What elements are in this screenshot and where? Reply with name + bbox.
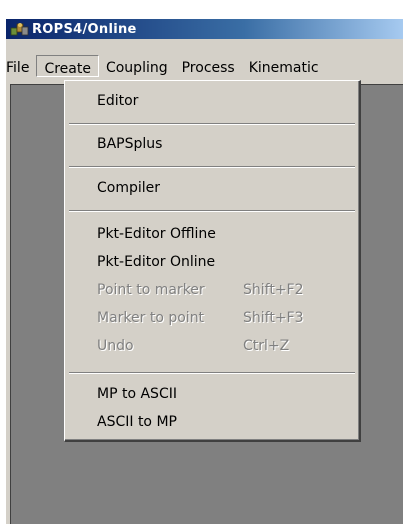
menu-item-label: ASCII to MP bbox=[97, 414, 177, 430]
menu-item-label: Pkt-Editor Online bbox=[97, 254, 216, 270]
menu-item-bapsplus[interactable]: BAPSplus bbox=[97, 133, 351, 155]
menu-item-shortcut: Shift+F2 bbox=[243, 282, 304, 298]
app-logo-icon[interactable] bbox=[10, 21, 30, 37]
menu-item-label: Editor bbox=[97, 93, 139, 109]
menu-item-compiler[interactable]: Compiler bbox=[97, 177, 351, 199]
menu-item-marker-to-point[interactable]: Marker to point Shift+F3 bbox=[97, 307, 351, 329]
menu-separator bbox=[69, 166, 355, 168]
menu-item-ascii-to-mp[interactable]: ASCII to MP bbox=[97, 411, 351, 433]
menu-item-pkt-editor-offline[interactable]: Pkt-Editor Offline bbox=[97, 223, 351, 245]
menu-item-label: BAPSplus bbox=[97, 136, 163, 152]
menu-separator bbox=[69, 372, 355, 374]
menu-bar: File Create Coupling Process Kinematic bbox=[6, 51, 403, 80]
menu-create[interactable]: Create bbox=[36, 54, 99, 77]
menu-item-mp-to-ascii[interactable]: MP to ASCII bbox=[97, 383, 351, 405]
menu-item-point-to-marker[interactable]: Point to marker Shift+F2 bbox=[97, 279, 351, 301]
menu-separator bbox=[69, 123, 355, 125]
create-dropdown-menu: Editor BAPSplus Compiler Pkt-Editor Offl… bbox=[64, 80, 361, 442]
menu-process[interactable]: Process bbox=[175, 55, 242, 77]
menu-item-undo[interactable]: Undo Ctrl+Z bbox=[97, 335, 351, 357]
menu-file[interactable]: File bbox=[6, 55, 36, 77]
menu-item-label: Compiler bbox=[97, 180, 161, 196]
menu-item-shortcut: Shift+F3 bbox=[243, 310, 304, 326]
window-title: ROPS4/Online bbox=[32, 21, 137, 37]
menu-item-label: Pkt-Editor Offline bbox=[97, 226, 216, 242]
menu-item-shortcut: Ctrl+Z bbox=[243, 338, 290, 354]
menu-item-editor[interactable]: Editor bbox=[97, 90, 351, 112]
title-bar[interactable]: ROPS4/Online bbox=[6, 19, 403, 39]
menu-separator bbox=[69, 210, 355, 212]
menu-item-label: Point to marker bbox=[97, 282, 205, 298]
menu-item-pkt-editor-online[interactable]: Pkt-Editor Online bbox=[97, 251, 351, 273]
menu-kinematic[interactable]: Kinematic bbox=[242, 55, 326, 77]
menu-item-label: MP to ASCII bbox=[97, 386, 177, 402]
menu-item-label: Marker to point bbox=[97, 310, 205, 326]
menu-coupling[interactable]: Coupling bbox=[99, 55, 175, 77]
menu-item-label: Undo bbox=[97, 338, 134, 354]
